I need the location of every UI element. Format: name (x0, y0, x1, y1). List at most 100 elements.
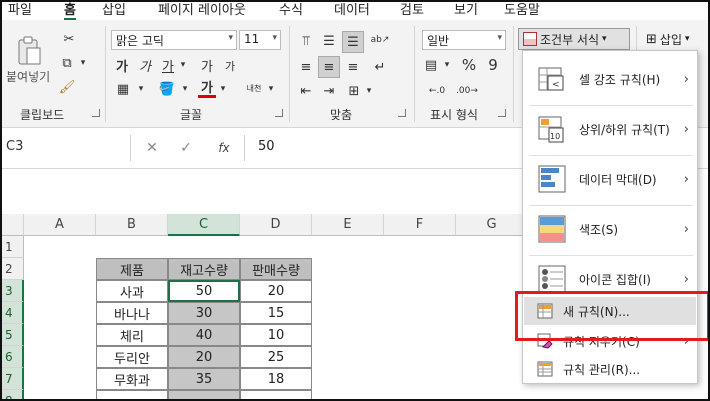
table-cell[interactable]: 무화과 (96, 368, 168, 390)
row-header-8[interactable]: 8 (2, 390, 24, 399)
fill-color-icon[interactable]: 🪣 (158, 80, 176, 98)
increase-indent-icon[interactable]: ⇥ (320, 82, 338, 100)
accounting-dropdown-icon[interactable]: ▾ (442, 58, 452, 72)
number-format-combo[interactable]: 일반 ▾ (422, 30, 506, 50)
table-cell[interactable]: 25 (240, 346, 312, 368)
row-header-6[interactable]: 6 (2, 346, 24, 368)
selected-cell[interactable]: 30 (168, 302, 240, 324)
column-header-a[interactable]: A (24, 214, 96, 236)
font-shrink-button[interactable]: 가 (222, 58, 238, 74)
increase-decimal-icon[interactable]: ←.0 (426, 82, 448, 100)
fill-color-dropdown-icon[interactable]: ▾ (180, 82, 190, 96)
accounting-format-icon[interactable]: ▤ (422, 56, 440, 74)
tab-file[interactable]: 파일 (8, 2, 32, 18)
menu-item-color-scales[interactable]: 색조(S) › (523, 209, 697, 249)
align-bottom-icon[interactable]: ☰ (342, 31, 364, 53)
wrap-text-icon[interactable]: ↵ (370, 58, 390, 76)
font-size-combo[interactable]: 11 ▾ (239, 30, 281, 50)
menu-item-manage-rules[interactable]: 규칙 관리(R)... (523, 357, 697, 381)
table-header-cell[interactable]: 판매수량 (240, 258, 312, 280)
selected-cell[interactable] (168, 390, 240, 399)
format-painter-icon[interactable]: 🖌 (58, 78, 76, 96)
underline-dropdown-icon[interactable]: ▾ (178, 58, 188, 72)
column-header-f[interactable]: F (384, 214, 456, 236)
comma-style-button[interactable]: 9 (484, 56, 502, 74)
tab-review[interactable]: 검토 (400, 2, 424, 18)
cancel-icon[interactable]: ✕ (144, 139, 160, 157)
conditional-formatting-button[interactable]: 조건부 서식 ▾ (518, 28, 630, 50)
bold-button[interactable]: 가 (114, 56, 130, 75)
align-top-icon[interactable]: ⫪ (297, 32, 315, 50)
table-cell[interactable]: 15 (240, 302, 312, 324)
table-cell[interactable]: 사과 (96, 280, 168, 302)
name-box[interactable]: C3 (6, 137, 126, 159)
borders-icon[interactable]: ▦ (114, 80, 132, 98)
table-header-cell[interactable]: 제품 (96, 258, 168, 280)
alignment-launcher-icon[interactable] (398, 109, 406, 117)
table-cell[interactable]: 두리안 (96, 346, 168, 368)
column-header-c[interactable]: C (168, 214, 240, 236)
row-header-1[interactable]: 1 (2, 236, 24, 258)
cut-icon[interactable]: ✂ (60, 30, 78, 48)
tab-insert[interactable]: 삽입 (102, 2, 126, 18)
merge-center-icon[interactable]: ⊞ (345, 82, 363, 100)
table-cell[interactable] (96, 390, 168, 399)
tab-view[interactable]: 보기 (454, 2, 478, 18)
menu-item-data-bars[interactable]: 데이터 막대(D) › (523, 159, 697, 199)
insert-function-button[interactable]: fx (214, 139, 234, 157)
table-cell[interactable]: 18 (240, 368, 312, 390)
table-header-cell[interactable]: 재고수량 (168, 258, 240, 280)
column-header-b[interactable]: B (96, 214, 168, 236)
align-center-icon[interactable]: ≡ (318, 56, 340, 78)
font-color-dropdown-icon[interactable]: ▾ (218, 82, 228, 96)
tab-home[interactable]: 홈 (64, 2, 76, 20)
row-header-2[interactable]: 2 (2, 258, 24, 280)
row-header-3[interactable]: 3 (2, 280, 24, 302)
align-right-icon[interactable]: ≡ (344, 58, 362, 76)
selected-cell[interactable]: 35 (168, 368, 240, 390)
decrease-decimal-icon[interactable]: .00→ (456, 82, 478, 100)
menu-item-top-bottom[interactable]: 10 상위/하위 규칙(T) › (523, 109, 697, 149)
table-cell[interactable]: 체리 (96, 324, 168, 346)
font-launcher-icon[interactable] (275, 109, 283, 117)
column-header-g[interactable]: G (456, 214, 528, 236)
row-header-4[interactable]: 4 (2, 302, 24, 324)
formula-input[interactable]: 50 (258, 139, 275, 154)
paste-label[interactable]: 붙여넣기 (6, 68, 50, 85)
clipboard-launcher-icon[interactable] (92, 109, 100, 117)
selected-cell[interactable]: 20 (168, 346, 240, 368)
underline-button[interactable]: 가 (160, 56, 176, 75)
tab-data[interactable]: 데이터 (334, 2, 370, 18)
menu-item-highlight-cells[interactable]: < 셀 강조 규칙(H) › (523, 59, 697, 99)
tab-help[interactable]: 도움말 (504, 2, 540, 18)
tab-formulas[interactable]: 수식 (279, 2, 303, 18)
merge-dropdown-icon[interactable]: ▾ (364, 84, 374, 98)
align-middle-icon[interactable]: ☰ (320, 32, 338, 50)
phonetic-guide-button[interactable]: 내천 (242, 78, 266, 98)
paste-button[interactable] (14, 34, 44, 68)
table-cell[interactable]: 20 (240, 280, 312, 302)
row-header-5[interactable]: 5 (2, 324, 24, 346)
active-cell[interactable]: 50 (168, 280, 240, 302)
text-orientation-icon[interactable]: ab↗ (370, 30, 390, 50)
table-cell[interactable] (240, 390, 312, 399)
row-header-7[interactable]: 7 (2, 368, 24, 390)
borders-dropdown-icon[interactable]: ▾ (136, 82, 146, 96)
select-all-corner[interactable] (2, 214, 24, 236)
font-grow-button[interactable]: 가 (198, 56, 216, 75)
column-header-d[interactable]: D (240, 214, 312, 236)
percent-button[interactable]: % (460, 56, 478, 74)
insert-cells-button[interactable]: ⊞ 삽입 ▾ (642, 28, 708, 50)
italic-button[interactable]: 가 (137, 56, 153, 75)
font-color-button[interactable]: 가 (198, 78, 216, 98)
phonetic-dropdown-icon[interactable]: ▾ (266, 82, 276, 96)
column-header-e[interactable]: E (312, 214, 384, 236)
selected-cell[interactable]: 40 (168, 324, 240, 346)
tab-page-layout[interactable]: 페이지 레이아웃 (158, 2, 246, 18)
align-left-icon[interactable]: ≡ (297, 58, 315, 76)
number-launcher-icon[interactable] (498, 109, 506, 117)
table-cell[interactable]: 바나나 (96, 302, 168, 324)
font-name-combo[interactable]: 맑은 고딕 ▾ (111, 30, 237, 50)
copy-dropdown-icon[interactable]: ▾ (78, 56, 88, 70)
decrease-indent-icon[interactable]: ⇤ (297, 82, 315, 100)
